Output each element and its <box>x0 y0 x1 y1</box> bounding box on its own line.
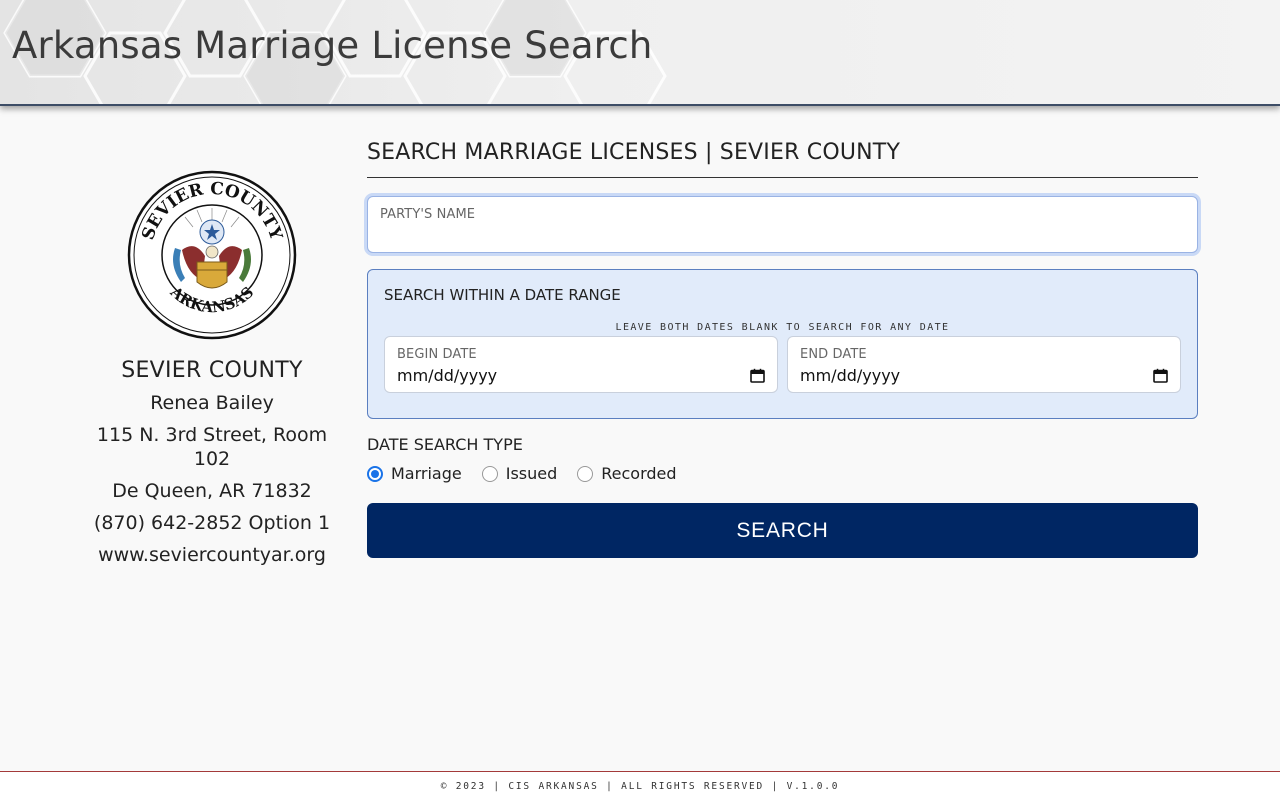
party-name-label: PARTY'S NAME <box>380 207 476 222</box>
date-range-hint: LEAVE BOTH DATES BLANK TO SEARCH FOR ANY… <box>615 322 950 333</box>
county-seal-icon: SEVIER COUNTY ARKANSAS <box>127 170 297 340</box>
radio-marriage[interactable]: Marriage <box>367 464 462 483</box>
begin-date-value: mm/dd/yyyy <box>397 366 498 385</box>
website-link[interactable]: www.seviercountyar.org <box>84 543 340 567</box>
end-date-value: mm/dd/yyyy <box>800 366 901 385</box>
page-footer: © 2023 | CIS ARKANSAS | ALL RIGHTS RESER… <box>0 771 1280 800</box>
radio-recorded-label: Recorded <box>601 464 677 483</box>
begin-date-input[interactable]: mm/dd/yyyy <box>397 366 765 385</box>
phone-number: (870) 642-2852 Option 1 <box>93 512 331 534</box>
date-search-type-group: Marriage Issued Recorded <box>367 464 1198 483</box>
radio-button[interactable] <box>577 465 594 482</box>
radio-recorded[interactable]: Recorded <box>577 464 677 483</box>
page-header: Arkansas Marriage License Search <box>0 0 1280 106</box>
radio-marriage-label: Marriage <box>391 464 462 483</box>
radio-button-selected[interactable] <box>367 465 383 482</box>
clerk-name: Renea Bailey <box>150 392 274 414</box>
party-name-input[interactable] <box>380 226 1185 245</box>
radio-issued[interactable]: Issued <box>481 464 558 483</box>
party-name-field[interactable]: PARTY'S NAME <box>367 196 1198 253</box>
search-form: SEARCH MARRIAGE LICENSES | SEVIER COUNTY… <box>367 140 1198 558</box>
calendar-icon[interactable] <box>750 368 765 383</box>
date-range-inputs: BEGIN DATE mm/dd/yyyy END DATE mm/dd/yyy… <box>384 336 1181 393</box>
address-line1: 115 N. 3rd Street, Room <box>96 424 328 446</box>
search-form-title: SEARCH MARRIAGE LICENSES | SEVIER COUNTY <box>367 140 1198 178</box>
begin-date-field[interactable]: BEGIN DATE mm/dd/yyyy <box>384 336 778 393</box>
city-state-zip: De Queen, AR 71832 <box>112 480 312 502</box>
date-range-panel: SEARCH WITHIN A DATE RANGE LEAVE BOTH DA… <box>367 269 1198 419</box>
end-date-label: END DATE <box>800 347 867 362</box>
county-info-sidebar: SEVIER COUNTY ARKANSAS SEVIER COUNTY Ren… <box>84 170 340 567</box>
address-line2: 102 <box>193 448 231 470</box>
footer-text: © 2023 | CIS ARKANSAS | ALL RIGHTS RESER… <box>440 781 840 792</box>
search-button[interactable]: SEARCH <box>367 503 1198 558</box>
begin-date-label: BEGIN DATE <box>397 347 477 362</box>
date-search-type-label: DATE SEARCH TYPE <box>367 435 523 454</box>
calendar-icon[interactable] <box>1153 368 1168 383</box>
page-title: Arkansas Marriage License Search <box>12 24 653 67</box>
date-range-title: SEARCH WITHIN A DATE RANGE <box>384 286 621 304</box>
county-name: SEVIER COUNTY <box>121 358 303 383</box>
radio-issued-label: Issued <box>505 464 558 483</box>
end-date-field[interactable]: END DATE mm/dd/yyyy <box>787 336 1181 393</box>
radio-button[interactable] <box>481 465 498 482</box>
end-date-input[interactable]: mm/dd/yyyy <box>800 366 1168 385</box>
